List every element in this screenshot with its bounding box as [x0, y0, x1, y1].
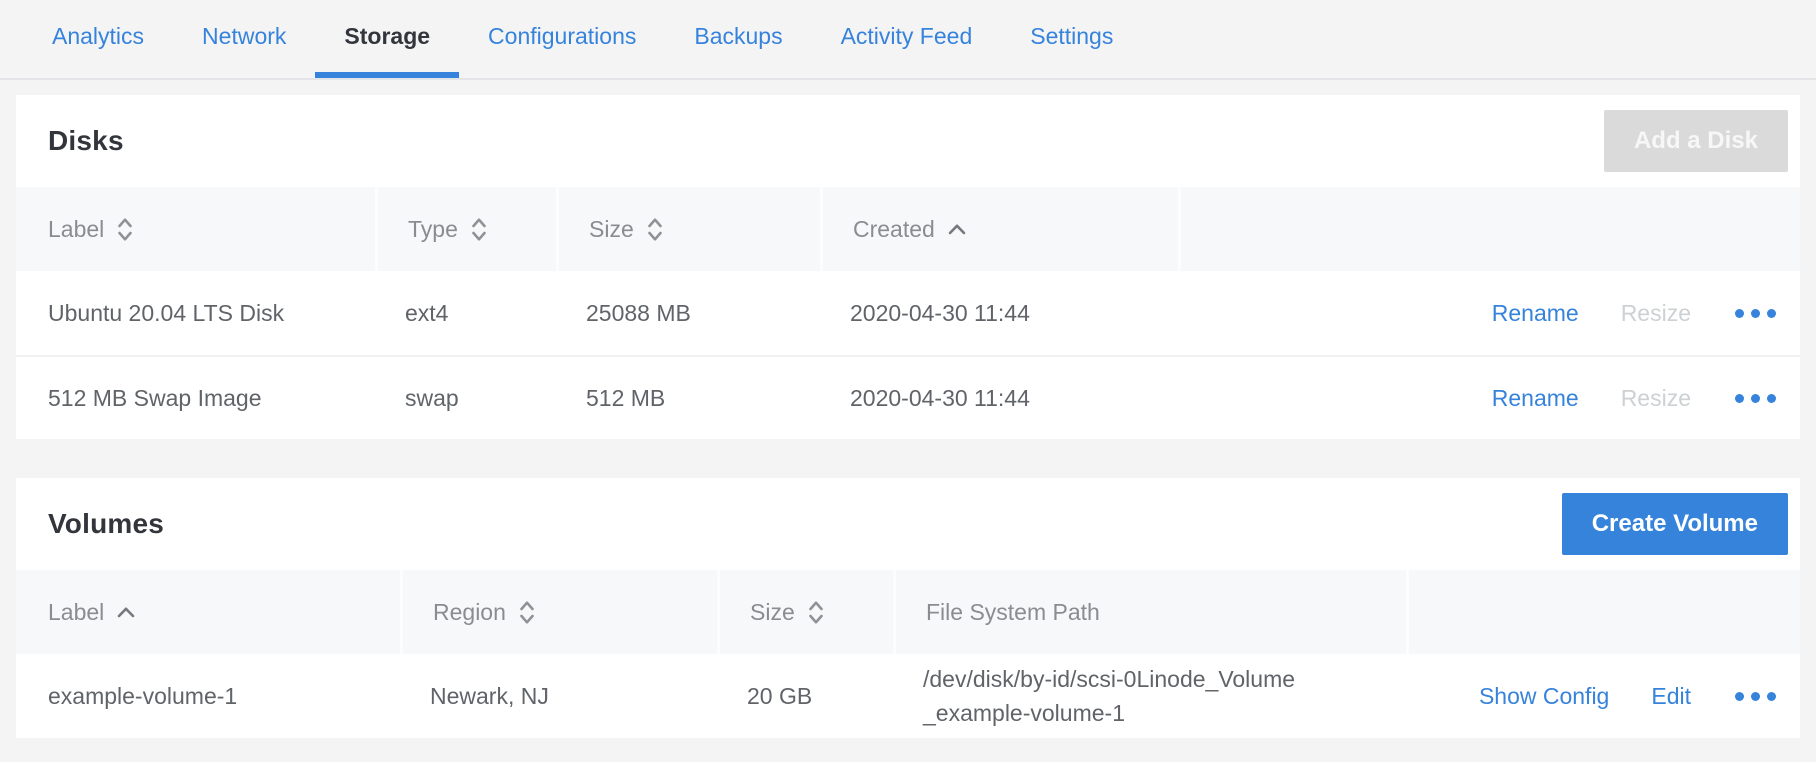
tab-network[interactable]: Network	[173, 0, 315, 78]
volume-table-row: example-volume-1 Newark, NJ 20 GB /dev/d…	[16, 654, 1800, 738]
show-config-button[interactable]: Show Config	[1479, 683, 1609, 710]
disk-type-cell: swap	[375, 357, 556, 439]
tab-storage[interactable]: Storage	[315, 0, 459, 78]
more-actions-icon[interactable]	[1733, 686, 1778, 707]
volumes-panel: Volumes Create Volume Label Region Size	[16, 478, 1800, 738]
sort-both-icon	[519, 599, 535, 626]
volume-region-cell: Newark, NJ	[400, 654, 717, 738]
volume-label-cell: example-volume-1	[16, 654, 400, 738]
volume-size-cell: 20 GB	[717, 654, 893, 738]
disks-panel: Disks Add a Disk Label Type Size	[16, 95, 1800, 439]
disk-table-row: 512 MB Swap Image swap 512 MB 2020-04-30…	[16, 355, 1800, 439]
disk-size-cell: 25088 MB	[556, 271, 820, 355]
disks-column-header-type[interactable]: Type	[375, 187, 556, 271]
file-system-path: /dev/disk/by-id/scsi-0Linode_Volume_exam…	[923, 662, 1298, 730]
sort-asc-icon	[948, 223, 966, 235]
disk-type-cell: ext4	[375, 271, 556, 355]
add-a-disk-button[interactable]: Add a Disk	[1604, 110, 1788, 172]
disks-panel-header: Disks Add a Disk	[16, 95, 1800, 187]
volumes-column-header-path: File System Path	[893, 570, 1406, 654]
volumes-column-header-label[interactable]: Label	[16, 570, 400, 654]
tab-configurations[interactable]: Configurations	[459, 0, 665, 78]
rename-button[interactable]: Rename	[1492, 300, 1579, 327]
tab-analytics[interactable]: Analytics	[23, 0, 173, 78]
tab-settings[interactable]: Settings	[1001, 0, 1142, 78]
disk-created-cell: 2020-04-30 11:44	[820, 357, 1178, 439]
volumes-panel-header: Volumes Create Volume	[16, 478, 1800, 570]
disks-column-header-size[interactable]: Size	[556, 187, 820, 271]
volumes-title: Volumes	[48, 508, 164, 540]
disk-label-cell: 512 MB Swap Image	[16, 357, 375, 439]
rename-button[interactable]: Rename	[1492, 385, 1579, 412]
tab-backups[interactable]: Backups	[665, 0, 811, 78]
volumes-column-header-actions	[1406, 570, 1800, 654]
disk-created-cell: 2020-04-30 11:44	[820, 271, 1178, 355]
disk-label-cell: Ubuntu 20.04 LTS Disk	[16, 271, 375, 355]
resize-button[interactable]: Resize	[1621, 300, 1691, 327]
sort-both-icon	[647, 216, 663, 243]
volume-path-cell: /dev/disk/by-id/scsi-0Linode_Volume_exam…	[893, 654, 1406, 738]
disk-table-row: Ubuntu 20.04 LTS Disk ext4 25088 MB 2020…	[16, 271, 1800, 355]
more-actions-icon[interactable]	[1733, 303, 1778, 324]
sort-both-icon	[808, 599, 824, 626]
volumes-table-header: Label Region Size	[16, 570, 1800, 654]
sort-both-icon	[117, 216, 133, 243]
disks-column-header-label[interactable]: Label	[16, 187, 375, 271]
create-volume-button[interactable]: Create Volume	[1562, 493, 1788, 555]
volumes-column-header-size[interactable]: Size	[717, 570, 893, 654]
volume-row-actions: Show Config Edit	[1406, 654, 1800, 738]
more-actions-icon[interactable]	[1733, 388, 1778, 409]
sort-asc-icon	[117, 606, 135, 618]
disks-column-header-created[interactable]: Created	[820, 187, 1178, 271]
tab-activity-feed[interactable]: Activity Feed	[812, 0, 1002, 78]
tab-bar: Analytics Network Storage Configurations…	[0, 0, 1816, 80]
disks-table-header: Label Type Size	[16, 187, 1800, 271]
disk-row-actions: Rename Resize	[1178, 357, 1800, 439]
disks-column-header-actions	[1178, 187, 1800, 271]
disk-row-actions: Rename Resize	[1178, 271, 1800, 355]
volumes-column-header-region[interactable]: Region	[400, 570, 717, 654]
disks-title: Disks	[48, 125, 124, 157]
edit-button[interactable]: Edit	[1651, 683, 1691, 710]
disk-size-cell: 512 MB	[556, 357, 820, 439]
resize-button[interactable]: Resize	[1621, 385, 1691, 412]
sort-both-icon	[471, 216, 487, 243]
